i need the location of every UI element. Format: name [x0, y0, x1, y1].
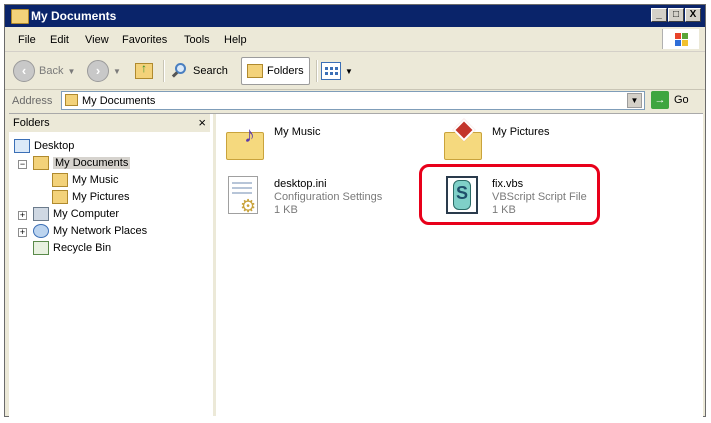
- menu-view[interactable]: View: [85, 34, 109, 46]
- music-folder-icon: ♪: [226, 122, 266, 166]
- chevron-down-icon: ▼: [113, 66, 121, 76]
- collapse-icon[interactable]: −: [18, 160, 27, 169]
- back-arrow-icon: ‹: [13, 60, 35, 82]
- expand-icon[interactable]: +: [18, 228, 27, 237]
- tree-item-my-network-places[interactable]: My Network Places: [33, 223, 147, 239]
- chevron-down-icon[interactable]: ▼: [627, 93, 642, 108]
- menu-favorites[interactable]: Favorites: [122, 34, 167, 46]
- settings-file-icon: ⚙: [226, 174, 266, 218]
- file-size: 1 KB: [274, 204, 298, 216]
- address-input[interactable]: My Documents ▼: [61, 91, 645, 110]
- chevron-down-icon: ▼: [345, 66, 353, 76]
- my-documents-icon: [33, 156, 49, 170]
- chevron-down-icon: ▼: [67, 66, 76, 76]
- tree-item-my-pictures[interactable]: My Pictures: [52, 189, 129, 205]
- address-value: My Documents: [82, 95, 156, 107]
- file-type: Configuration Settings: [274, 191, 383, 203]
- tree-item-recycle-bin[interactable]: Recycle Bin: [33, 240, 111, 256]
- files-pane: ♪ My Music My Pictures ⚙ desktop.ini Con…: [216, 114, 703, 416]
- file-name: My Music: [274, 126, 321, 138]
- content-area: Folders × Desktop − My Documents My Musi…: [9, 113, 703, 418]
- folders-button[interactable]: Folders: [241, 57, 310, 85]
- pictures-folder-icon: [52, 190, 68, 204]
- back-label: Back: [39, 65, 64, 77]
- window-title: My Documents: [31, 9, 117, 23]
- expand-icon[interactable]: +: [18, 211, 27, 220]
- menu-tools[interactable]: Tools: [184, 34, 210, 46]
- tree-item-label: My Music: [72, 174, 119, 186]
- minimize-button[interactable]: _: [651, 8, 667, 22]
- views-icon: [321, 62, 341, 80]
- tree-item-label: Recycle Bin: [53, 242, 112, 254]
- recycle-bin-icon: [33, 241, 49, 255]
- maximize-button[interactable]: □: [668, 8, 684, 22]
- toolbar-separator: [163, 60, 165, 82]
- menu-file[interactable]: File: [18, 34, 36, 46]
- file-item-desktop-ini[interactable]: ⚙ desktop.ini Configuration Settings 1 K…: [226, 174, 382, 218]
- menu-bar: File Edit View Favorites Tools Help: [5, 29, 705, 52]
- desktop-icon: [14, 139, 30, 153]
- folder-icon: [11, 9, 29, 24]
- music-folder-icon: [52, 173, 68, 187]
- tree-item-label: My Pictures: [72, 191, 130, 203]
- folder-icon: [65, 94, 78, 106]
- file-item-my-music[interactable]: ♪ My Music: [226, 122, 320, 166]
- address-bar: Address My Documents ▼ → Go: [5, 89, 705, 113]
- network-icon: [33, 224, 49, 238]
- folders-pane-title: Folders: [13, 117, 50, 129]
- back-button[interactable]: ‹ Back ▼: [13, 57, 75, 85]
- tree-item-label: My Documents: [53, 157, 131, 169]
- address-label: Address: [12, 95, 53, 107]
- folders-label: Folders: [267, 65, 304, 77]
- explorer-window: My Documents _ □ X File Edit View Favori…: [4, 4, 706, 418]
- tree-item-my-music[interactable]: My Music: [52, 172, 118, 188]
- folders-pane: Folders × Desktop − My Documents My Musi…: [9, 114, 216, 416]
- up-folder-button[interactable]: ↑: [135, 57, 153, 85]
- menu-help[interactable]: Help: [224, 34, 247, 46]
- tree-item-label: My Computer: [53, 208, 120, 220]
- tree-item-my-computer[interactable]: My Computer: [33, 206, 119, 222]
- go-arrow-icon: →: [651, 91, 669, 109]
- windows-logo-icon: [662, 29, 699, 49]
- close-icon[interactable]: ×: [198, 115, 206, 130]
- forward-arrow-icon: ›: [87, 60, 109, 82]
- menu-edit[interactable]: Edit: [50, 34, 69, 46]
- search-button[interactable]: Search: [171, 57, 228, 85]
- title-bar[interactable]: My Documents _ □ X: [5, 5, 705, 27]
- folders-icon: [247, 64, 263, 78]
- folders-pane-header: Folders ×: [9, 114, 210, 132]
- highlight-annotation: [419, 164, 600, 225]
- go-label: Go: [674, 94, 689, 106]
- file-item-my-pictures[interactable]: My Pictures: [444, 118, 550, 166]
- search-icon: [171, 62, 189, 80]
- up-folder-icon: ↑: [135, 61, 153, 79]
- file-name: desktop.ini: [274, 178, 327, 190]
- close-button[interactable]: X: [685, 8, 701, 22]
- tree-item-desktop[interactable]: Desktop: [14, 138, 74, 154]
- forward-button[interactable]: › ▼: [87, 57, 121, 85]
- pictures-folder-icon: [444, 118, 484, 166]
- file-name: My Pictures: [492, 126, 550, 138]
- toolbar-separator: [316, 60, 318, 82]
- tree-item-label: My Network Places: [53, 225, 148, 237]
- computer-icon: [33, 207, 49, 221]
- tree-item-label: Desktop: [34, 140, 75, 152]
- views-button[interactable]: ▼: [321, 57, 353, 85]
- standard-toolbar: ‹ Back ▼ › ▼ ↑ Search Folders ▼: [5, 53, 705, 90]
- tree-item-my-documents[interactable]: My Documents: [33, 155, 131, 171]
- search-label: Search: [193, 65, 228, 77]
- go-button[interactable]: → Go: [651, 91, 689, 109]
